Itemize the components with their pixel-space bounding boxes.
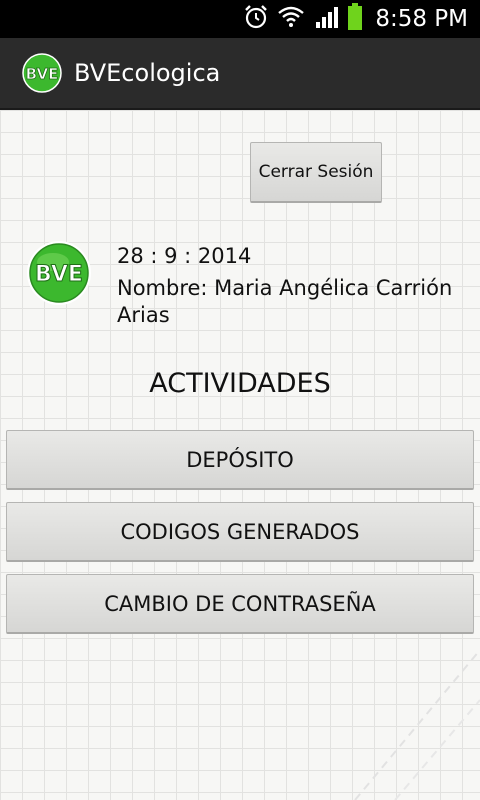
wifi-icon [277, 4, 305, 34]
deposit-button[interactable]: DEPÓSITO [6, 430, 474, 490]
action-bar: BVE BVEcologica [0, 38, 480, 110]
svg-text:BVE: BVE [26, 65, 59, 83]
generated-codes-button[interactable]: CODIGOS GENERADOS [6, 502, 474, 562]
user-logo: BVE [26, 240, 92, 306]
main-content: Cerrar Sesión BVE 28 : 9 : 2014 Nombre: … [0, 110, 480, 800]
status-icons: 8:58 PM [243, 0, 480, 38]
logout-button[interactable]: Cerrar Sesión [250, 142, 382, 203]
section-title: ACTIVIDADES [149, 368, 331, 399]
app-title: BVEcologica [74, 59, 221, 87]
battery-icon [347, 3, 363, 35]
signal-icon [313, 4, 339, 34]
change-password-button[interactable]: CAMBIO DE CONTRASEÑA [6, 574, 474, 634]
alarm-icon [243, 4, 269, 34]
status-bar: 8:58 PM [0, 0, 480, 38]
app-logo[interactable]: BVE [22, 53, 62, 93]
svg-text:BVE: BVE [35, 262, 83, 287]
user-name-text: Nombre: Maria Angélica Carrión Arias [117, 276, 453, 327]
status-time: 8:58 PM [375, 6, 468, 32]
date-text: 28 : 9 : 2014 [117, 244, 252, 268]
